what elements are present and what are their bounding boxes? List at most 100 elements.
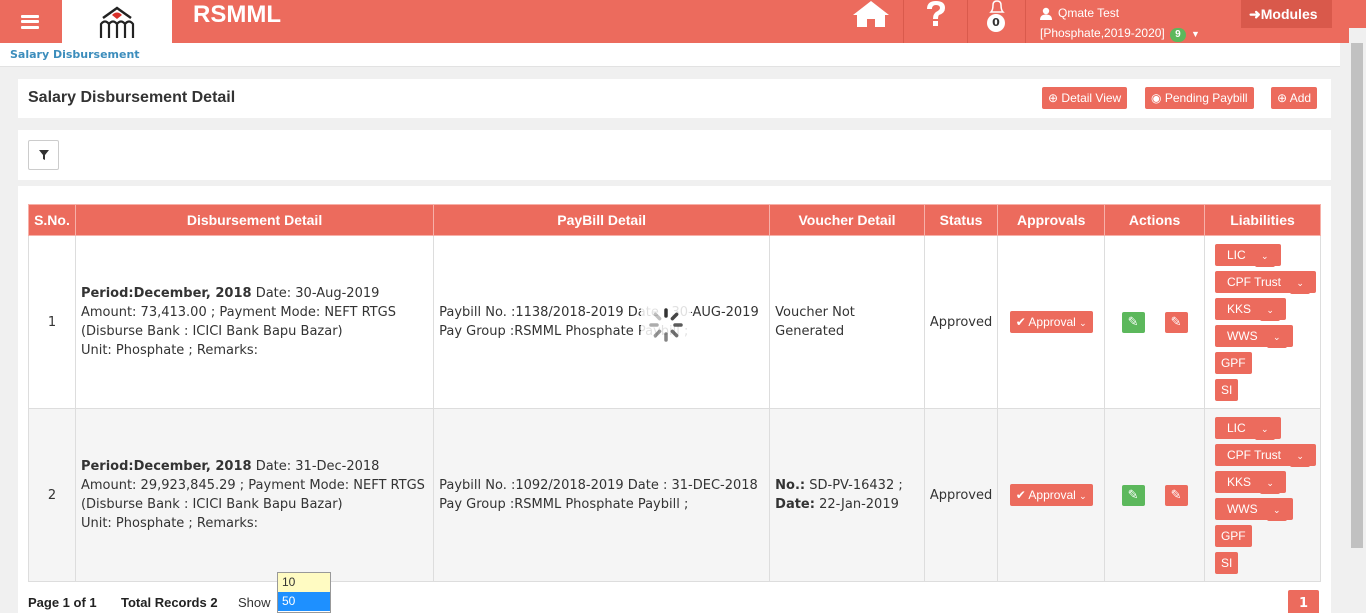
table-header-row: S.No. Disbursement Detail PayBill Detail…	[28, 204, 1322, 236]
col-header-liabilities: Liabilities	[1203, 204, 1322, 236]
home-icon	[852, 1, 889, 27]
page-size-option-10[interactable]: 10	[278, 573, 330, 592]
arrow-right-icon: ➜	[1249, 6, 1261, 22]
liability-label: LIC	[1220, 416, 1252, 439]
liability-label: LIC	[1220, 243, 1252, 266]
breadcrumb-salary-disbursement[interactable]: Salary Disbursement	[10, 48, 140, 61]
cell-disbursement-detail: Period:December, 2018 Date: 31-Dec-2018 …	[74, 408, 435, 582]
liability-label: CPF Trust	[1220, 270, 1287, 293]
period-label: Period:	[80, 459, 134, 474]
col-header-status: Status	[923, 204, 999, 236]
liability-cpf-trust-dropdown[interactable]: CPF Trust ⌄	[1214, 270, 1316, 294]
col-header-paybill-detail: PayBill Detail	[433, 204, 771, 236]
help-button[interactable]	[904, 0, 968, 43]
liability-label: CPF Trust	[1220, 443, 1287, 466]
liability-lic-dropdown[interactable]: LIC ⌄	[1214, 416, 1281, 440]
hamburger-icon	[21, 14, 39, 29]
home-button[interactable]	[838, 0, 904, 43]
voucher-date-line: Date: 22-Jan-2019	[775, 495, 919, 514]
liability-wws-dropdown[interactable]: WWS ⌄	[1214, 497, 1293, 521]
liability-label: KKS	[1220, 470, 1257, 493]
voucher-no-line: No.: SD-PV-16432 ;	[775, 476, 919, 495]
liability-label: KKS	[1220, 297, 1257, 320]
pencil-icon: ✎	[1127, 487, 1139, 503]
period-line: Period:December, 2018 Date: 30-Aug-2019	[81, 284, 428, 303]
pagination-page-1[interactable]: 1	[1288, 590, 1319, 613]
edit-button[interactable]: ✎	[1121, 484, 1145, 506]
date-value: Date: 31-Dec-2018	[251, 459, 380, 474]
bank-line: (Disburse Bank : ICICI Bank Bapu Bazar)	[80, 497, 343, 512]
plus-circle-icon: ⊕	[1048, 91, 1059, 105]
liability-si-button[interactable]: SI	[1214, 551, 1239, 574]
cell-status: Approved	[923, 235, 999, 409]
liability-wws-dropdown[interactable]: WWS ⌄	[1214, 324, 1293, 348]
liability-lic-dropdown[interactable]: LIC ⌄	[1214, 243, 1281, 267]
edit-detail-button[interactable]: ✎	[1164, 484, 1188, 506]
voucher-no-label: No.:	[775, 478, 806, 493]
liability-gpf-button[interactable]: GPF	[1214, 524, 1252, 547]
question-icon	[926, 1, 945, 26]
user-name: Qmate Test	[1058, 6, 1120, 20]
edit-button[interactable]: ✎	[1121, 311, 1145, 333]
liability-si-button[interactable]: SI	[1214, 378, 1239, 401]
liability-kks-dropdown[interactable]: KKS ⌄	[1214, 470, 1286, 494]
cell-sno: 2	[28, 408, 76, 582]
panel-header: Salary Disbursement Detail ⊕ Detail View…	[18, 79, 1331, 118]
edit-square-icon: ✎	[1170, 487, 1182, 503]
table-row: 2 Period:December, 2018 Date: 31-Dec-201…	[28, 408, 1322, 582]
cell-approvals: ✔ Approval ⌄	[997, 408, 1106, 582]
col-header-approvals: Approvals	[997, 204, 1106, 236]
brand-name: RSMML	[193, 1, 281, 28]
modules-button[interactable]: ➜Modules	[1241, 0, 1332, 28]
chevron-down-icon: ⌄	[1266, 325, 1287, 348]
chevron-down-icon: ⌄	[1255, 417, 1275, 440]
chevron-down-icon: ⌄	[1255, 244, 1275, 267]
filter-icon	[38, 150, 49, 160]
total-records: Total Records 2	[121, 595, 218, 610]
unit-line: Unit: Phosphate ; Remarks:	[80, 343, 259, 358]
page-size-dropdown-list[interactable]: 10 50	[277, 572, 331, 613]
period-value: December, 2018	[133, 286, 252, 301]
add-button[interactable]: ⊕ Add	[1271, 87, 1318, 109]
page-size-option-50[interactable]: 50	[278, 592, 330, 611]
approval-dropdown-button[interactable]: ✔ Approval ⌄	[1009, 311, 1093, 333]
col-header-disbursement-detail: Disbursement Detail	[74, 204, 435, 236]
voucher-no-value: SD-PV-16432 ;	[805, 478, 903, 493]
liability-cpf-trust-dropdown[interactable]: CPF Trust ⌄	[1214, 443, 1316, 467]
liability-gpf-button[interactable]: GPF	[1214, 351, 1252, 374]
user-menu[interactable]: Qmate Test [Phosphate,2019-2020] 9 ▼	[1026, 0, 1232, 43]
plus-circle-icon: ⊕	[1277, 91, 1288, 105]
notifications-button[interactable]: 0	[968, 0, 1026, 43]
chevron-down-icon: ⌄	[1260, 298, 1280, 321]
chevron-down-icon: ⌄	[1079, 491, 1087, 501]
menu-toggle-button[interactable]	[0, 0, 60, 43]
check-icon: ✔	[1015, 488, 1026, 502]
caret-down-icon: ▼	[1191, 29, 1200, 39]
detail-view-button[interactable]: ⊕ Detail View	[1042, 87, 1128, 109]
cell-liabilities: LIC ⌄ CPF Trust ⌄ KKS ⌄ WWS ⌄ GPF SI	[1203, 235, 1322, 409]
cell-paybill-detail: Paybill No. :1092/2018-2019 Date : 31-DE…	[433, 408, 771, 582]
filter-button[interactable]	[28, 140, 59, 170]
page-info: Page 1 of 1	[28, 595, 97, 610]
col-header-sno: S.No.	[28, 204, 76, 236]
user-context-text: [Phosphate,2019-2020]	[1040, 26, 1165, 40]
rsmml-logo-icon	[99, 5, 135, 38]
company-logo[interactable]	[62, 0, 172, 43]
chevron-down-icon: ⌄	[1079, 318, 1087, 328]
cell-liabilities: LIC ⌄ CPF Trust ⌄ KKS ⌄ WWS ⌄ GPF SI	[1203, 408, 1322, 582]
cell-paybill-detail: Paybill No. :1138/2018-2019 Date : 30-AU…	[433, 235, 771, 409]
scrollbar-thumb[interactable]	[1351, 43, 1363, 548]
liability-label: WWS	[1220, 497, 1264, 520]
approval-label: Approval	[1028, 488, 1076, 502]
cell-status: Approved	[923, 408, 999, 582]
cell-actions: ✎ ✎	[1104, 408, 1205, 582]
date-value: Date: 30-Aug-2019	[251, 286, 380, 301]
edit-detail-button[interactable]: ✎	[1164, 311, 1188, 333]
approval-dropdown-button[interactable]: ✔ Approval ⌄	[1009, 484, 1093, 506]
liability-kks-dropdown[interactable]: KKS ⌄	[1214, 297, 1286, 321]
table-panel: S.No. Disbursement Detail PayBill Detail…	[18, 186, 1331, 613]
pending-paybill-button[interactable]: ◉ Pending Paybill	[1145, 87, 1254, 109]
edit-square-icon: ✎	[1170, 314, 1182, 330]
liability-label: WWS	[1220, 324, 1264, 347]
loading-spinner	[641, 301, 691, 349]
